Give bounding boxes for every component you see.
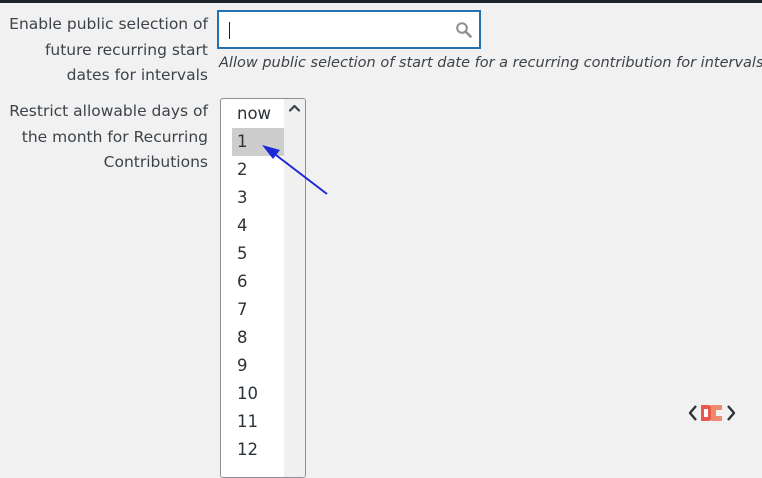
search-icon[interactable]	[455, 21, 473, 39]
option-4[interactable]: 4	[232, 212, 284, 240]
chevron-up-icon[interactable]	[287, 102, 302, 114]
restrict-days-label: Restrict allowable days of the month for…	[9, 102, 208, 171]
option-6[interactable]: 6	[232, 268, 284, 296]
option-now[interactable]: now	[232, 100, 284, 128]
option-8[interactable]: 8	[232, 324, 284, 352]
option-10[interactable]: 10	[232, 380, 284, 408]
option-7[interactable]: 7	[232, 296, 284, 324]
text-caret	[229, 22, 230, 39]
option-3[interactable]: 3	[232, 184, 284, 212]
option-12[interactable]: 12	[232, 436, 284, 464]
public-selection-description: Allow public selection of start date for…	[219, 55, 762, 71]
option-2[interactable]: 2	[232, 156, 284, 184]
listbox-scrollbar[interactable]	[284, 99, 305, 477]
logo-icon	[688, 405, 736, 421]
public-selection-search-input[interactable]	[218, 11, 480, 48]
restrict-days-multiselect[interactable]: now 1 2 3 4 5 6 7 8 9 10 11 12	[220, 98, 306, 478]
option-5[interactable]: 5	[232, 240, 284, 268]
option-1[interactable]: 1	[232, 128, 284, 156]
public-selection-label: Enable public selection of future recurr…	[9, 15, 208, 84]
restrict-days-options: now 1 2 3 4 5 6 7 8 9 10 11 12	[232, 100, 284, 464]
top-bar	[0, 0, 762, 3]
option-9[interactable]: 9	[232, 352, 284, 380]
option-11[interactable]: 11	[232, 408, 284, 436]
